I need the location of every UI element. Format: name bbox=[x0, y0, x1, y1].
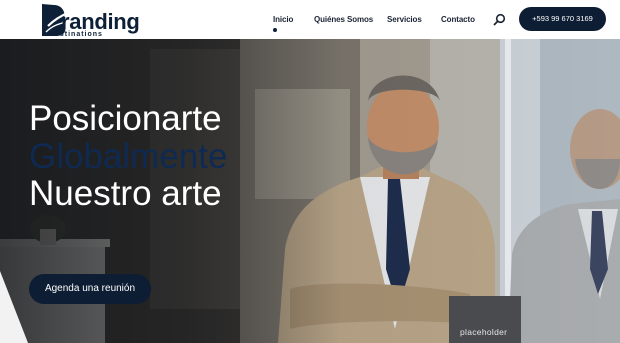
search-button[interactable] bbox=[493, 13, 506, 26]
site-header: randing estinations Inicio Quiénes Somos… bbox=[0, 0, 620, 39]
nav-item-contacto[interactable]: Contacto bbox=[441, 15, 475, 24]
brand-tagline: estinations bbox=[55, 31, 103, 38]
brand-logo[interactable]: randing estinations bbox=[40, 2, 160, 38]
placeholder-widget: placeholder bbox=[449, 296, 521, 343]
corner-decoration bbox=[0, 271, 28, 343]
hero-headline-line-2: Globalmente bbox=[29, 137, 228, 176]
hero-section: Posicionarte Globalmente Nuestro arte Ag… bbox=[0, 39, 620, 343]
hero-headline-line-1: Posicionarte bbox=[29, 99, 222, 138]
hero-headline-line-3: Nuestro arte bbox=[29, 174, 222, 213]
nav-item-servicios[interactable]: Servicios bbox=[387, 15, 422, 24]
schedule-meeting-button[interactable]: Agenda una reunión bbox=[29, 274, 151, 304]
nav-item-quienes-somos[interactable]: Quiénes Somos bbox=[314, 15, 373, 24]
nav-item-inicio[interactable]: Inicio bbox=[273, 15, 293, 24]
phone-button[interactable]: +593 99 670 3169 bbox=[519, 7, 606, 31]
brand-name: randing bbox=[61, 9, 140, 34]
search-icon bbox=[493, 13, 506, 26]
active-nav-indicator bbox=[273, 28, 277, 32]
placeholder-label: placeholder bbox=[460, 327, 508, 337]
